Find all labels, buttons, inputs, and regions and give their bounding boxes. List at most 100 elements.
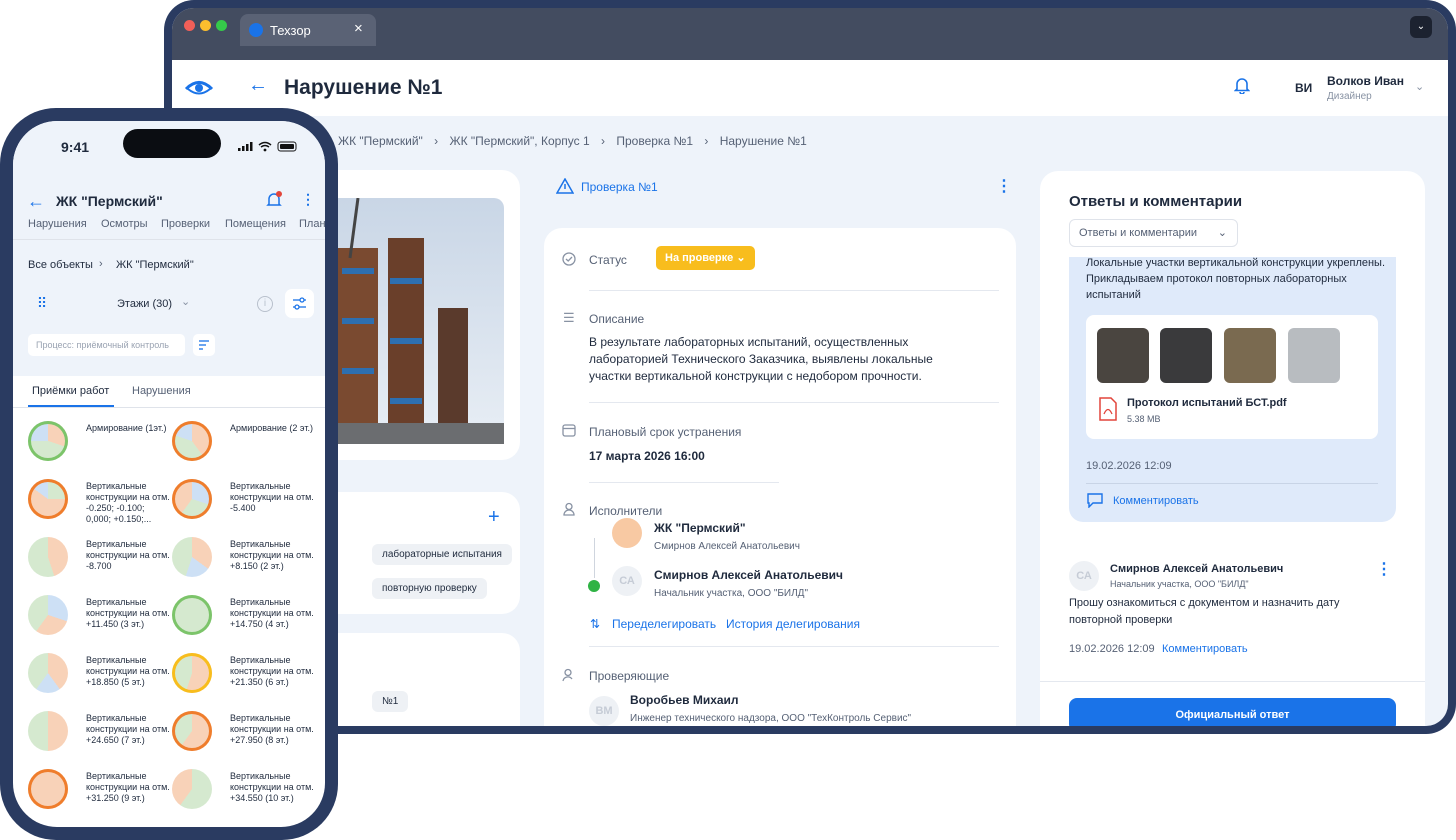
floors-dropdown[interactable]: Этажи (30) (117, 298, 172, 310)
progress-pie-chart[interactable] (172, 421, 212, 461)
progress-pie-chart[interactable] (172, 769, 212, 809)
tag-chip[interactable]: лабораторные испытания (372, 544, 512, 565)
user-initials[interactable]: ВИ (1295, 81, 1312, 95)
list-item-label[interactable]: Вертикальные конструкции на отм. -0.250;… (86, 481, 170, 525)
subtab-acceptance[interactable]: Приёмки работ (32, 385, 109, 397)
list-item-label[interactable]: Вертикальные конструкции на отм. +18.850… (86, 655, 170, 688)
list-item-label[interactable]: Вертикальные конструкции на отм. -8.700 (86, 539, 170, 572)
progress-pie-chart[interactable] (28, 537, 68, 577)
breadcrumb-item[interactable]: Все объекты (28, 259, 93, 271)
subtab-violations[interactable]: Нарушения (132, 385, 191, 397)
list-item-label[interactable]: Вертикальные конструкции на отм. +34.550… (230, 771, 314, 804)
progress-pie-chart[interactable] (172, 479, 212, 519)
grid-icon[interactable]: ⠿ (28, 289, 56, 317)
tab-plans[interactable]: Планы (299, 218, 325, 230)
bell-icon[interactable] (265, 191, 283, 209)
reviewer-name[interactable]: Воробьев Михаил (630, 693, 739, 707)
tab-violations[interactable]: Нарушения (28, 218, 87, 230)
redelegate-icon[interactable]: ⇅ (590, 617, 600, 631)
bell-icon[interactable] (1234, 76, 1250, 94)
list-item-label[interactable]: Вертикальные конструкции на отм. +11.450… (86, 597, 170, 630)
maximize-window-dot[interactable] (216, 20, 227, 31)
attachment-thumbnail[interactable] (1097, 328, 1149, 383)
browser-tab[interactable]: Техзор × (240, 14, 376, 46)
attachment-thumbnail[interactable] (1288, 328, 1340, 383)
kebab-icon[interactable]: ⋮ (1376, 559, 1392, 579)
eye-logo-icon[interactable] (184, 78, 214, 98)
file-name[interactable]: Протокол испытаний БСТ.pdf (1127, 397, 1287, 409)
tag-chip[interactable]: №1 (372, 691, 409, 712)
list-item-label[interactable]: Вертикальные конструкции на отм. +8.150 … (230, 539, 314, 572)
executor-sub: Начальник участка, ООО "БИЛД" (654, 588, 809, 599)
person-icon (563, 502, 575, 516)
user-name[interactable]: Волков Иван (1327, 74, 1404, 88)
list-item-label[interactable]: Вертикальные конструкции на отм. +21.350… (230, 655, 314, 688)
back-arrow-icon[interactable]: ← (27, 191, 45, 212)
back-arrow-icon[interactable]: ← (248, 74, 268, 97)
list-item-label[interactable]: Вертикальные конструкции на отм. +14.750… (230, 597, 314, 630)
attachment-thumbnail[interactable] (1160, 328, 1212, 383)
close-tab-icon[interactable]: × (354, 20, 363, 37)
progress-pie-chart[interactable] (172, 537, 212, 577)
filter-settings-button[interactable] (285, 289, 314, 318)
kebab-icon[interactable]: ⋮ (301, 191, 315, 208)
sort-button[interactable] (193, 334, 215, 356)
breadcrumb-item[interactable]: ЖК "Пермский" (116, 259, 194, 271)
comment-button[interactable]: Комментировать (1113, 495, 1199, 507)
progress-pie-chart[interactable] (28, 479, 68, 519)
divider (13, 239, 325, 240)
list-item-label[interactable]: Вертикальные конструкции на отм. -5.400 (230, 481, 314, 514)
add-icon[interactable]: + (488, 506, 500, 529)
attachment-thumbnail[interactable] (1224, 328, 1276, 383)
progress-pie-chart[interactable] (172, 653, 212, 693)
progress-pie-chart[interactable] (28, 595, 68, 635)
comment-author[interactable]: Смирнов Алексей Анатольевич (1110, 563, 1283, 575)
list-item-label[interactable]: Вертикальные конструкции на отм. +27.950… (230, 713, 314, 746)
tab-inspections[interactable]: Осмотры (101, 218, 148, 230)
user-menu-chevron-icon[interactable]: ⌄ (1415, 80, 1424, 93)
status-time: 9:41 (61, 139, 90, 155)
file-size: 5.38 MB (1127, 414, 1161, 424)
comment-icon[interactable] (1087, 493, 1103, 508)
browser-chrome: Техзор × ⌄ (172, 8, 1448, 60)
executor-name[interactable]: Смирнов Алексей Анатольевич (654, 568, 843, 582)
breadcrumb-item[interactable]: Проверка №1 (616, 134, 693, 148)
tag-chip[interactable]: повторную проверку (372, 578, 487, 599)
close-window-dot[interactable] (184, 20, 195, 31)
comments-filter-dropdown[interactable]: Ответы и комментарии ⌄ (1069, 219, 1238, 247)
progress-pie-chart[interactable] (28, 711, 68, 751)
minimize-window-dot[interactable] (200, 20, 211, 31)
construction-photo[interactable] (328, 198, 504, 444)
list-item-label[interactable]: Армирование (2 эт.) (230, 423, 314, 434)
chevron-down-icon[interactable]: ⌄ (1410, 16, 1432, 38)
redelegate-link[interactable]: Переделегировать (612, 617, 716, 631)
list-item-label[interactable]: Армирование (1эт.) (86, 423, 170, 434)
breadcrumb-item[interactable]: Нарушение №1 (720, 134, 807, 148)
process-filter-input[interactable]: Процесс: приёмочный контроль (28, 334, 185, 356)
chevron-down-icon[interactable]: ⌄ (181, 295, 190, 308)
progress-pie-chart[interactable] (172, 595, 212, 635)
progress-pie-chart[interactable] (28, 769, 68, 809)
breadcrumb-item[interactable]: ЖК "Пермский", Корпус 1 (450, 134, 590, 148)
progress-pie-chart[interactable] (28, 421, 68, 461)
list-item-label[interactable]: Вертикальные конструкции на отм. +31.250… (86, 771, 170, 804)
info-icon[interactable]: i (257, 296, 273, 312)
tab-title: Техзор (270, 23, 311, 38)
user-role: Дизайнер (1327, 91, 1372, 102)
status-dropdown[interactable]: На проверке ⌄ (656, 246, 755, 270)
executor-org-name[interactable]: ЖК "Пермский" (654, 521, 746, 535)
progress-pie-chart[interactable] (172, 711, 212, 751)
breadcrumb-item[interactable]: ЖК "Пермский" (338, 134, 423, 148)
divider (589, 646, 999, 647)
comment-button[interactable]: Комментировать (1162, 643, 1248, 655)
official-answer-button[interactable]: Официальный ответ (1069, 698, 1396, 726)
sliders-icon (293, 297, 306, 310)
tab-rooms[interactable]: Помещения (225, 218, 286, 230)
list-item-label[interactable]: Вертикальные конструкции на отм. +24.650… (86, 713, 170, 746)
kebab-icon[interactable]: ⋮ (996, 176, 1012, 196)
delegation-history-link[interactable]: История делегирования (726, 617, 860, 631)
page-title: Нарушение №1 (284, 76, 443, 99)
progress-pie-chart[interactable] (28, 653, 68, 693)
tab-checks[interactable]: Проверки (161, 218, 210, 230)
inspection-link[interactable]: Проверка №1 (581, 180, 658, 194)
